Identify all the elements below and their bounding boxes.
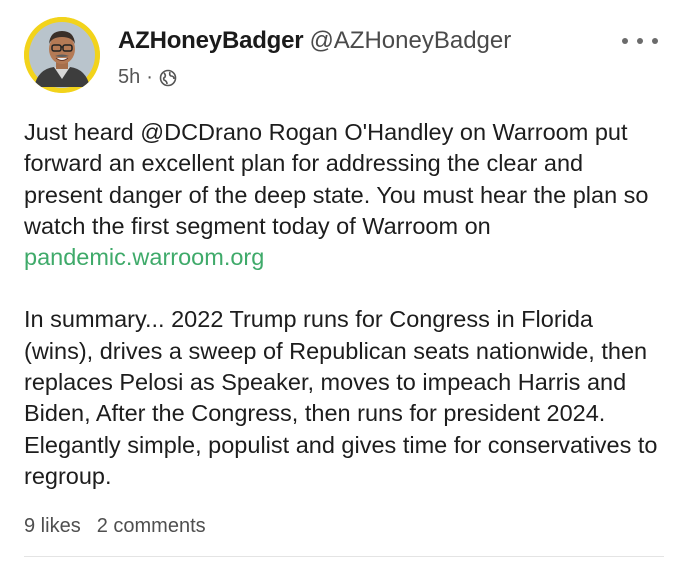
- avatar[interactable]: [24, 17, 100, 93]
- author-line: AZHoneyBadger @AZHoneyBadger: [118, 27, 511, 55]
- post-body: Just heard @DCDrano Rogan O'Handley on W…: [24, 117, 664, 492]
- author-handle[interactable]: @AZHoneyBadger: [309, 27, 511, 54]
- divider: [24, 556, 664, 557]
- post-link[interactable]: pandemic.warroom.org: [24, 244, 264, 270]
- author-name[interactable]: AZHoneyBadger: [118, 27, 304, 54]
- globe-icon: [159, 69, 177, 87]
- more-horizontal-icon: [637, 38, 643, 44]
- post-paragraph-1: Just heard @DCDrano Rogan O'Handley on W…: [24, 117, 664, 273]
- post-meta: 5h ·: [118, 66, 177, 89]
- engagement-bar: 9 likes 2 comments: [24, 515, 206, 538]
- post-paragraph-2: In summary... 2022 Trump runs for Congre…: [24, 306, 658, 489]
- more-horizontal-icon: [622, 38, 628, 44]
- meta-separator: ·: [146, 66, 153, 88]
- comments-count[interactable]: 2 comments: [97, 515, 206, 537]
- avatar-image: [24, 17, 100, 93]
- post-paragraph-1-text: Just heard @DCDrano Rogan O'Handley on W…: [24, 119, 649, 239]
- more-horizontal-icon: [652, 38, 658, 44]
- post-card: AZHoneyBadger @AZHoneyBadger 5h · Just he…: [0, 0, 680, 562]
- likes-count[interactable]: 9 likes: [24, 515, 81, 537]
- post-time[interactable]: 5h: [118, 66, 140, 89]
- more-options-button[interactable]: [622, 30, 658, 52]
